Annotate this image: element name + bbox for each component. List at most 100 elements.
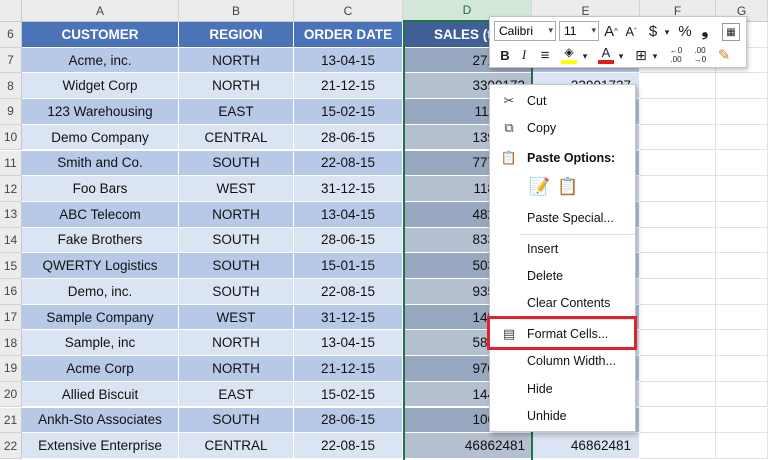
empty-cell[interactable]	[640, 253, 716, 279]
row-header-17[interactable]: 17	[0, 304, 22, 331]
italic-button[interactable]: I	[516, 45, 532, 65]
row-header-20[interactable]: 20	[0, 381, 22, 408]
borders-icon[interactable]: ⊞	[632, 45, 650, 65]
chevron-down-icon[interactable]: ▾	[650, 49, 660, 63]
paste-clipboard-icon[interactable]: 📝	[528, 175, 552, 199]
empty-cell[interactable]	[640, 176, 716, 202]
row-header-16[interactable]: 16	[0, 279, 22, 305]
table-cell[interactable]: Widget Corp	[22, 73, 179, 100]
table-cell[interactable]: NORTH	[179, 356, 294, 382]
table-cell[interactable]: Sample Company	[22, 304, 179, 331]
table-cell[interactable]: Acme, inc.	[22, 47, 179, 74]
table-cell[interactable]: NORTH	[179, 330, 294, 357]
empty-cell[interactable]	[640, 73, 716, 100]
table-cell[interactable]: Smith and Co.	[22, 150, 179, 177]
empty-cell[interactable]	[640, 407, 716, 434]
shrink-font-button[interactable]: Aˇ	[622, 21, 640, 41]
table-cell[interactable]: 21-12-15	[294, 356, 403, 382]
row-header-10[interactable]: 10	[0, 124, 22, 151]
table-cell[interactable]: EAST	[179, 381, 294, 408]
table-cell[interactable]: 28-06-15	[294, 124, 403, 151]
table-cell[interactable]: SOUTH	[179, 227, 294, 254]
grow-font-button[interactable]: A ^	[602, 21, 620, 41]
table-cell[interactable]: Extensive Enterprise	[22, 433, 179, 459]
table-cell[interactable]: 22-08-15	[294, 279, 403, 305]
empty-cell[interactable]	[640, 227, 716, 254]
row-header-8[interactable]: 8	[0, 73, 22, 100]
table-cell[interactable]: 13-04-15	[294, 47, 403, 74]
row-header-15[interactable]: 15	[0, 253, 22, 279]
table-cell[interactable]: 22-08-15	[294, 150, 403, 177]
format-painter-icon[interactable]: ✎	[714, 45, 734, 65]
table-cell[interactable]: 15-02-15	[294, 99, 403, 125]
empty-cell[interactable]	[716, 381, 768, 408]
empty-cell[interactable]	[716, 124, 768, 151]
table-cell[interactable]: CENTRAL	[179, 124, 294, 151]
empty-cell[interactable]	[640, 124, 716, 151]
menu-item-cut[interactable]: ✂ Cut	[490, 88, 635, 114]
chevron-down-icon[interactable]: ▾	[548, 25, 553, 36]
table-cell[interactable]: SOUTH	[179, 253, 294, 279]
fill-color-button[interactable]: ◈	[558, 45, 580, 65]
table-cell[interactable]: SOUTH	[179, 150, 294, 177]
table-cell[interactable]: Fake Brothers	[22, 227, 179, 254]
row-header-9[interactable]: 9	[0, 99, 22, 125]
table-cell[interactable]: 123 Warehousing	[22, 99, 179, 125]
empty-cell[interactable]	[716, 99, 768, 125]
empty-cell[interactable]	[716, 201, 768, 228]
row-header-21[interactable]: 21	[0, 407, 22, 434]
empty-cell[interactable]	[716, 227, 768, 254]
table-cell[interactable]: 15-01-15	[294, 253, 403, 279]
table-cell[interactable]: ABC Telecom	[22, 201, 179, 228]
table-cell[interactable]: 13-04-15	[294, 330, 403, 357]
row-header-19[interactable]: 19	[0, 356, 22, 382]
table-cell[interactable]: CENTRAL	[179, 433, 294, 459]
empty-cell[interactable]	[640, 279, 716, 305]
chevron-down-icon[interactable]: ▾	[591, 25, 596, 36]
increase-decimal-button[interactable]: ←0 .00	[664, 45, 688, 65]
menu-item-hide[interactable]: Hide	[490, 376, 635, 402]
empty-cell[interactable]	[716, 407, 768, 434]
table-cell[interactable]: Acme Corp	[22, 356, 179, 382]
table-cell[interactable]: SOUTH	[179, 279, 294, 305]
table-cell[interactable]: 31-12-15	[294, 304, 403, 331]
table-cell[interactable]: EAST	[179, 99, 294, 125]
empty-cell[interactable]	[716, 433, 768, 459]
row-header-22[interactable]: 22	[0, 433, 22, 459]
percent-button[interactable]: %	[675, 21, 695, 41]
comma-style-button[interactable]: ❟	[697, 21, 713, 41]
table-cell[interactable]: Ankh-Sto Associates	[22, 407, 179, 434]
table-cell[interactable]: Demo, inc.	[22, 279, 179, 305]
menu-item-insert[interactable]: Insert	[490, 236, 635, 262]
empty-cell[interactable]	[716, 150, 768, 177]
empty-cell[interactable]	[640, 150, 716, 177]
row-header-11[interactable]: 11	[0, 150, 22, 177]
table-cell[interactable]: SOUTH	[179, 407, 294, 434]
spreadsheet[interactable]: ABCDEFG 6 7 8 9 10 11 12 13 14 15 16 17 18 19 20 21 22 C…	[0, 0, 768, 460]
table-cell[interactable]: QWERTY Logistics	[22, 253, 179, 279]
decrease-decimal-button[interactable]: .00 →0	[688, 45, 712, 65]
row-header-14[interactable]: 14	[0, 227, 22, 254]
table-header-cell[interactable]: CUSTOMER	[22, 22, 179, 48]
chevron-down-icon[interactable]: ▾	[662, 25, 672, 39]
empty-cell[interactable]	[716, 304, 768, 331]
row-header-12[interactable]: 12	[0, 176, 22, 202]
table-format-icon[interactable]: ▦	[722, 23, 740, 41]
table-cell[interactable]: Foo Bars	[22, 176, 179, 202]
table-cell[interactable]: Demo Company	[22, 124, 179, 151]
table-cell[interactable]: 13-04-15	[294, 201, 403, 228]
paste-values-icon[interactable]: 📋	[556, 175, 580, 199]
bold-button[interactable]: B	[496, 45, 514, 65]
font-color-button[interactable]: A	[596, 45, 616, 65]
empty-cell[interactable]	[640, 99, 716, 125]
table-cell[interactable]: 28-06-15	[294, 407, 403, 434]
table-cell[interactable]: 28-06-15	[294, 227, 403, 254]
column-header-a[interactable]: A	[22, 0, 179, 22]
table-cell[interactable]: 46862481	[532, 433, 640, 459]
empty-cell[interactable]	[716, 356, 768, 382]
row-header-7[interactable]: 7	[0, 47, 22, 74]
table-cell[interactable]: Sample, inc	[22, 330, 179, 357]
table-cell[interactable]: 21-12-15	[294, 73, 403, 100]
empty-cell[interactable]	[640, 330, 716, 357]
empty-cell[interactable]	[640, 433, 716, 459]
